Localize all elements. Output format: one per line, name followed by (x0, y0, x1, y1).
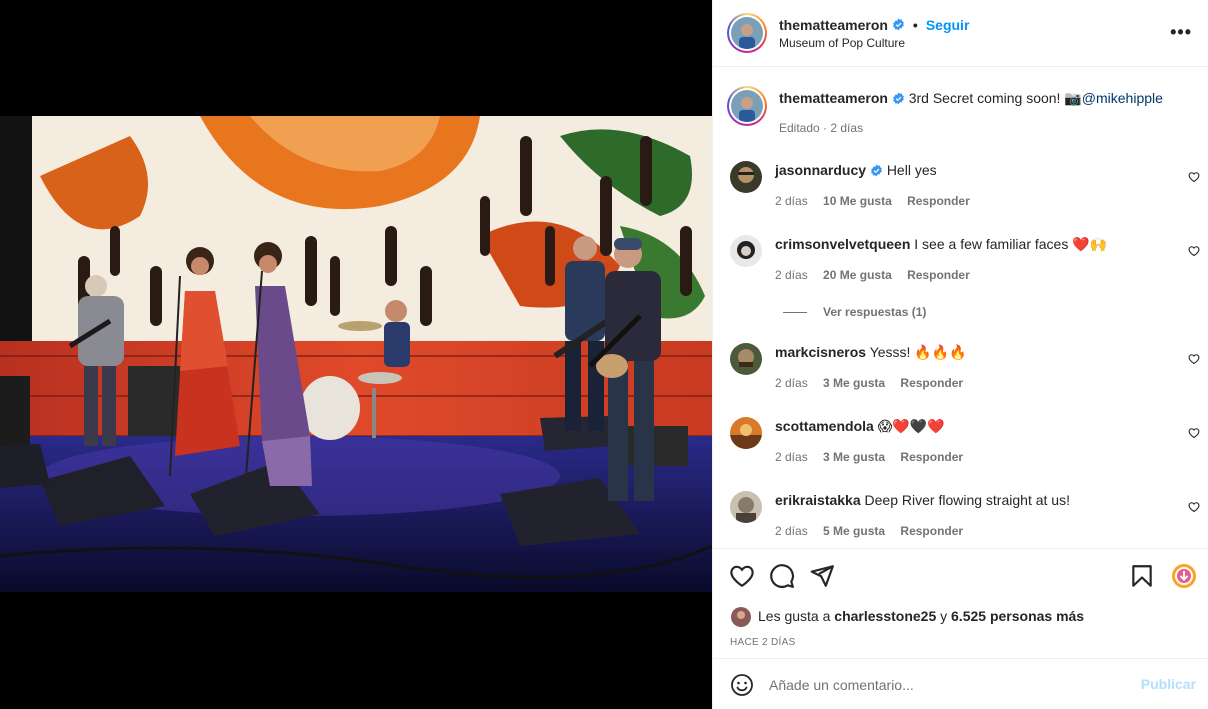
likes-prefix: Les gusta a (758, 608, 831, 624)
comment-time[interactable]: 2 días (775, 450, 808, 464)
caption-meta: Editado · 2 días (779, 121, 864, 135)
verified-badge-icon (893, 18, 904, 31)
comments-list[interactable]: thematteameron 3rd Secret coming soon! 📷… (713, 67, 1208, 548)
comment-body: Yesss! 🔥🔥🔥 (869, 344, 967, 360)
comment-time[interactable]: 2 días (775, 524, 808, 538)
heart-icon[interactable] (1188, 353, 1200, 365)
emoji-icon[interactable] (730, 673, 754, 697)
caption-story-ring[interactable] (727, 86, 767, 126)
likes-section: Les gusta a charlesstone25 y 6.525 perso… (713, 603, 1208, 658)
caption-mention[interactable]: @mikehipple (1082, 90, 1163, 106)
likes-summary: Les gusta a charlesstone25 y 6.525 perso… (758, 608, 1084, 624)
caption-body: 3rd Secret coming soon! 📷 (908, 90, 1082, 106)
caption-time[interactable]: 2 días (830, 121, 863, 135)
post-timestamp[interactable]: HACE 2 DÍAS (730, 637, 796, 648)
comment-avatar[interactable] (730, 235, 762, 267)
comment-meta: 2 días 20 Me gusta Responder (775, 268, 982, 282)
comment-avatar[interactable] (730, 161, 762, 193)
comment-body: Deep River flowing straight at us! (864, 492, 1070, 508)
comment-time[interactable]: 2 días (775, 194, 808, 208)
caption-username[interactable]: thematteameron (779, 90, 888, 106)
view-replies-label: Ver respuestas (1) (823, 305, 927, 319)
comment-meta: 2 días 3 Me gusta Responder (775, 376, 975, 390)
comment-composer: Publicar (713, 658, 1208, 709)
comment-likes[interactable]: 5 Me gusta (823, 524, 885, 538)
caption-text: thematteameron 3rd Secret coming soon! 📷… (779, 90, 1163, 107)
replies-divider (783, 311, 807, 313)
publish-button[interactable]: Publicar (1141, 676, 1196, 692)
comment-time[interactable]: 2 días (775, 376, 808, 390)
comment-text: crimsonvelvetqueen I see a few familiar … (775, 236, 1107, 253)
comment-meta: 2 días 3 Me gusta Responder (775, 450, 975, 464)
bookmark-icon[interactable] (1129, 563, 1155, 589)
heart-icon[interactable] (729, 563, 755, 589)
likes-others[interactable]: 6.525 personas más (951, 608, 1084, 624)
likes-and: y (940, 608, 948, 624)
comment-likes[interactable]: 3 Me gusta (823, 450, 885, 464)
comment-body: Hell yes (886, 162, 937, 178)
comment-body: I see a few familiar faces ❤️🙌 (914, 236, 1108, 252)
post-photo[interactable] (0, 116, 712, 592)
comment-username[interactable]: crimsonvelvetqueen (775, 236, 910, 252)
comment-icon[interactable] (769, 563, 795, 589)
comment-item: jasonnarducy Hell yes 2 días 10 Me gusta… (730, 161, 1200, 221)
post-side-panel: thematteameron • Seguir Museum of Pop Cu… (712, 0, 1208, 709)
post-location[interactable]: Museum of Pop Culture (779, 36, 969, 50)
story-ring[interactable] (727, 13, 767, 53)
comment-item: crimsonvelvetqueen I see a few familiar … (730, 235, 1200, 295)
media-pane (0, 0, 712, 709)
comment-likes[interactable]: 20 Me gusta (823, 268, 892, 282)
download-icon[interactable] (1171, 563, 1197, 589)
separator-dot: • (912, 16, 918, 33)
comment-input[interactable] (769, 669, 1129, 701)
author-avatar[interactable] (731, 17, 763, 49)
post-caption: thematteameron 3rd Secret coming soon! 📷… (727, 86, 1197, 135)
comment-text: jasonnarducy Hell yes (775, 162, 937, 178)
caption-avatar[interactable] (731, 90, 763, 122)
heart-icon[interactable] (1188, 501, 1200, 513)
more-options-icon[interactable]: ••• (1170, 22, 1192, 42)
comment-avatar[interactable] (730, 343, 762, 375)
action-bar (713, 548, 1208, 603)
comment-username[interactable]: jasonnarducy (775, 162, 866, 178)
instagram-post-view: thematteameron • Seguir Museum of Pop Cu… (0, 0, 1208, 709)
comment-body: 😱❤️🖤❤️ (877, 418, 945, 434)
comment-item: scottamendola 😱❤️🖤❤️ 2 días 3 Me gusta R… (730, 417, 1200, 477)
view-replies-button[interactable]: Ver respuestas (1) (783, 305, 926, 319)
comment-meta: 2 días 5 Me gusta Responder (775, 524, 975, 538)
reply-button[interactable]: Responder (900, 450, 963, 464)
comment-username[interactable]: markcisneros (775, 344, 866, 360)
reply-button[interactable]: Responder (907, 268, 970, 282)
comment-username[interactable]: scottamendola (775, 418, 874, 434)
comment-item: markcisneros Yesss! 🔥🔥🔥 2 días 3 Me gust… (730, 343, 1200, 403)
comment-likes[interactable]: 10 Me gusta (823, 194, 892, 208)
comment-username[interactable]: erikraistakka (775, 492, 861, 508)
verified-badge-icon (871, 164, 882, 177)
comment-time[interactable]: 2 días (775, 268, 808, 282)
comment-meta: 2 días 10 Me gusta Responder (775, 194, 982, 208)
reply-button[interactable]: Responder (900, 524, 963, 538)
verified-badge-icon (892, 92, 904, 105)
reply-button[interactable]: Responder (900, 376, 963, 390)
comment-text: scottamendola 😱❤️🖤❤️ (775, 418, 945, 435)
liker-avatar[interactable] (731, 607, 751, 627)
author-username[interactable]: thematteameron (779, 17, 888, 33)
concert-photo (0, 116, 712, 592)
heart-icon[interactable] (1188, 171, 1200, 183)
heart-icon[interactable] (1188, 245, 1200, 257)
comment-item: erikraistakka Deep River flowing straigh… (730, 491, 1200, 548)
heart-icon[interactable] (1188, 427, 1200, 439)
comment-text: erikraistakka Deep River flowing straigh… (775, 492, 1070, 508)
post-header: thematteameron • Seguir Museum of Pop Cu… (713, 0, 1208, 67)
liker-username[interactable]: charlesstone25 (834, 608, 936, 624)
comment-avatar[interactable] (730, 417, 762, 449)
comment-avatar[interactable] (730, 491, 762, 523)
reply-button[interactable]: Responder (907, 194, 970, 208)
header-text: thematteameron • Seguir Museum of Pop Cu… (779, 17, 969, 50)
follow-button[interactable]: Seguir (926, 17, 970, 33)
share-icon[interactable] (809, 563, 835, 589)
comment-likes[interactable]: 3 Me gusta (823, 376, 885, 390)
edited-label: Editado (779, 121, 820, 135)
comment-text: markcisneros Yesss! 🔥🔥🔥 (775, 344, 967, 361)
